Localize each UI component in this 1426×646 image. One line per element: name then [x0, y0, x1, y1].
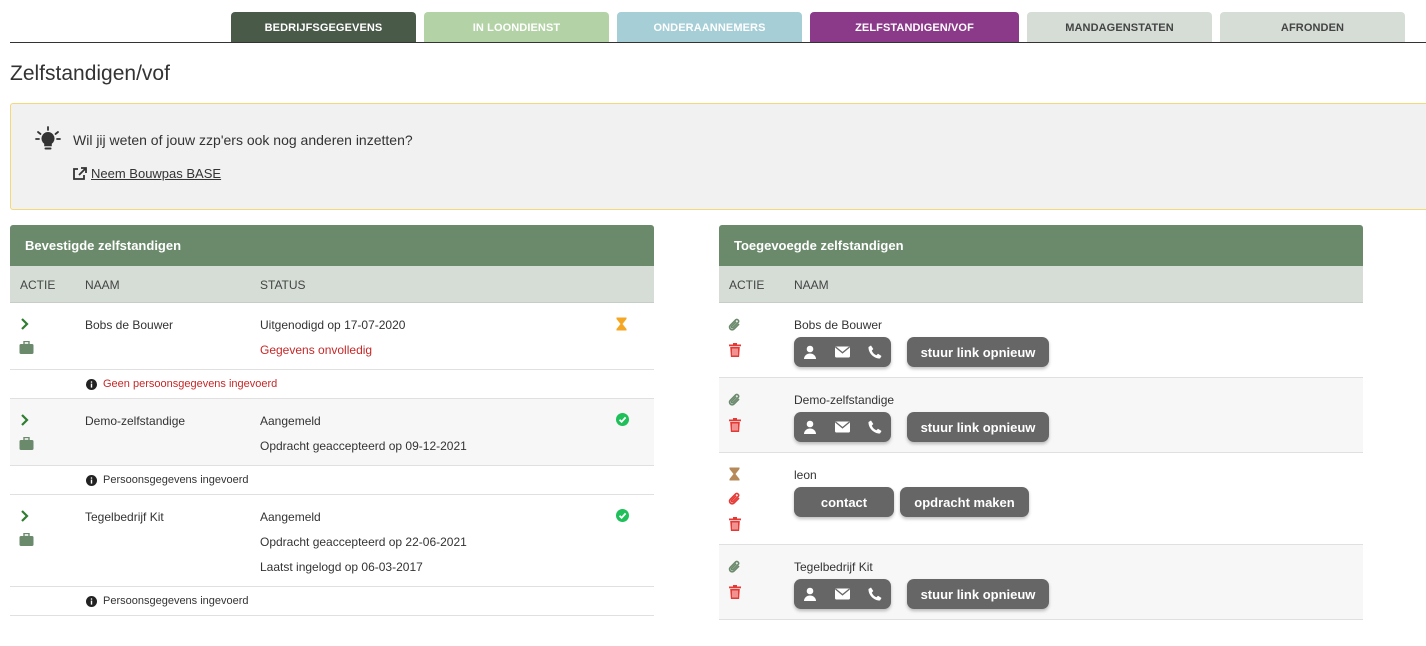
chevron-right-icon[interactable] — [20, 414, 30, 426]
added-freelancers-panel: Toegevoegde zelfstandigen ACTIE NAAM Bob… — [719, 225, 1363, 620]
status-line: Aangemeld — [260, 510, 321, 524]
trash-icon[interactable] — [729, 517, 741, 531]
info-icon — [86, 378, 97, 390]
table-row: Demo-zelfstandige stuur link opnieuw — [719, 378, 1363, 453]
phone-icon[interactable] — [864, 583, 886, 605]
resend-link-button[interactable]: stuur link opnieuw — [907, 579, 1049, 609]
column-naam: NAAM — [85, 278, 120, 292]
status-line: Opdracht geaccepteerd op 22-06-2021 — [260, 535, 467, 549]
info-icon — [86, 474, 97, 486]
tab-bedrijfsgegevens[interactable]: BEDRIJFSGEGEVENS — [231, 12, 416, 42]
freelancer-name: Tegelbedrijf Kit — [85, 510, 164, 524]
tab-onderaannemers[interactable]: ONDERAANNEMERS — [617, 12, 802, 42]
note-row: Persoonsgegevens ingevoerd — [10, 466, 654, 495]
status-line: Aangemeld — [260, 414, 321, 428]
confirmed-freelancers-panel: Bevestigde zelfstandigen ACTIE NAAM STAT… — [10, 225, 654, 616]
note-row: Geen persoonsgegevens ingevoerd — [10, 370, 654, 399]
briefcase-icon[interactable] — [19, 437, 34, 450]
panel-title: Bevestigde zelfstandigen — [10, 225, 654, 266]
table-row: Demo-zelfstandige Aangemeld Opdracht gea… — [10, 399, 654, 466]
contact-button-group — [794, 579, 891, 609]
resend-link-button[interactable]: stuur link opnieuw — [907, 412, 1049, 442]
resend-link-button[interactable]: stuur link opnieuw — [907, 337, 1049, 367]
tab-divider — [10, 42, 1426, 43]
paperclip-icon[interactable] — [728, 492, 742, 506]
tab-afronden[interactable]: AFRONDEN — [1220, 12, 1405, 42]
user-icon[interactable] — [799, 583, 821, 605]
bouwpas-base-link[interactable]: Neem Bouwpas BASE — [73, 166, 221, 181]
hourglass-icon — [729, 467, 740, 481]
chevron-right-icon[interactable] — [20, 318, 30, 330]
check-circle-icon — [616, 413, 629, 426]
contact-button[interactable]: contact — [794, 487, 894, 517]
envelope-icon[interactable] — [831, 341, 853, 363]
tab-mandagenstaten[interactable]: MANDAGENSTATEN — [1027, 12, 1212, 42]
status-incomplete: Gegevens onvolledig — [260, 343, 373, 357]
table-header: ACTIE NAAM — [719, 266, 1363, 303]
table-row: leon contact opdracht maken — [719, 453, 1363, 545]
column-status: STATUS — [260, 278, 306, 292]
bouwpas-base-link-label: Neem Bouwpas BASE — [91, 166, 222, 181]
freelancer-name: Tegelbedrijf Kit — [794, 560, 873, 574]
freelancer-name: Bobs de Bouwer — [85, 318, 174, 332]
paperclip-icon[interactable] — [728, 393, 742, 407]
note-text: Geen persoonsgegevens ingevoerd — [103, 378, 278, 390]
freelancer-name: leon — [794, 468, 817, 482]
create-assignment-button[interactable]: opdracht maken — [900, 487, 1029, 517]
user-icon[interactable] — [799, 416, 821, 438]
table-row: Bobs de Bouwer stuur link opnieuw — [719, 303, 1363, 378]
lightbulb-icon — [35, 126, 61, 150]
column-naam: NAAM — [794, 278, 829, 292]
table-row: Tegelbedrijf Kit Aangemeld Opdracht geac… — [10, 495, 654, 587]
trash-icon[interactable] — [729, 418, 741, 432]
trash-icon[interactable] — [729, 343, 741, 357]
contact-button-group — [794, 412, 891, 442]
note-row: Persoonsgegevens ingevoerd — [10, 587, 654, 616]
phone-icon[interactable] — [864, 416, 886, 438]
paperclip-icon[interactable] — [728, 318, 742, 332]
briefcase-icon[interactable] — [19, 341, 34, 354]
hourglass-icon — [616, 317, 627, 331]
check-circle-icon — [616, 509, 629, 522]
note-text: Persoonsgegevens ingevoerd — [103, 474, 249, 486]
tab-zelfstandigen-vof[interactable]: ZELFSTANDIGEN/VOF — [810, 12, 1019, 42]
paperclip-icon[interactable] — [728, 560, 742, 574]
chevron-right-icon[interactable] — [20, 510, 30, 522]
column-actie: ACTIE — [20, 278, 56, 292]
freelancer-name: Demo-zelfstandige — [85, 414, 186, 428]
freelancer-name: Bobs de Bouwer — [794, 318, 883, 332]
status-line: Opdracht geaccepteerd op 09-12-2021 — [260, 439, 467, 453]
step-tabs: BEDRIJFSGEGEVENS IN LOONDIENST ONDERAANN… — [0, 12, 1426, 43]
table-row: Bobs de Bouwer Uitgenodigd op 17-07-2020… — [10, 303, 654, 370]
note-text: Persoonsgegevens ingevoerd — [103, 595, 249, 607]
phone-icon[interactable] — [864, 341, 886, 363]
tab-in-loondienst[interactable]: IN LOONDIENST — [424, 12, 609, 42]
external-link-icon — [73, 166, 87, 180]
column-actie: ACTIE — [729, 278, 765, 292]
table-header: ACTIE NAAM STATUS — [10, 266, 654, 303]
freelancer-name: Demo-zelfstandige — [794, 393, 895, 407]
status-line: Uitgenodigd op 17-07-2020 — [260, 318, 406, 332]
notice-text: Wil jij weten of jouw zzp'ers ook nog an… — [73, 132, 413, 148]
table-row: Tegelbedrijf Kit stuur link opnieuw — [719, 545, 1363, 620]
status-line: Laatst ingelogd op 06-03-2017 — [260, 560, 423, 574]
briefcase-icon[interactable] — [19, 533, 34, 546]
trash-icon[interactable] — [729, 585, 741, 599]
user-icon[interactable] — [799, 341, 821, 363]
envelope-icon[interactable] — [831, 416, 853, 438]
info-icon — [86, 595, 97, 607]
envelope-icon[interactable] — [831, 583, 853, 605]
info-notice: Wil jij weten of jouw zzp'ers ook nog an… — [10, 103, 1426, 210]
page-title: Zelfstandigen/vof — [10, 62, 170, 85]
contact-button-group — [794, 337, 891, 367]
panel-title: Toegevoegde zelfstandigen — [719, 225, 1363, 266]
